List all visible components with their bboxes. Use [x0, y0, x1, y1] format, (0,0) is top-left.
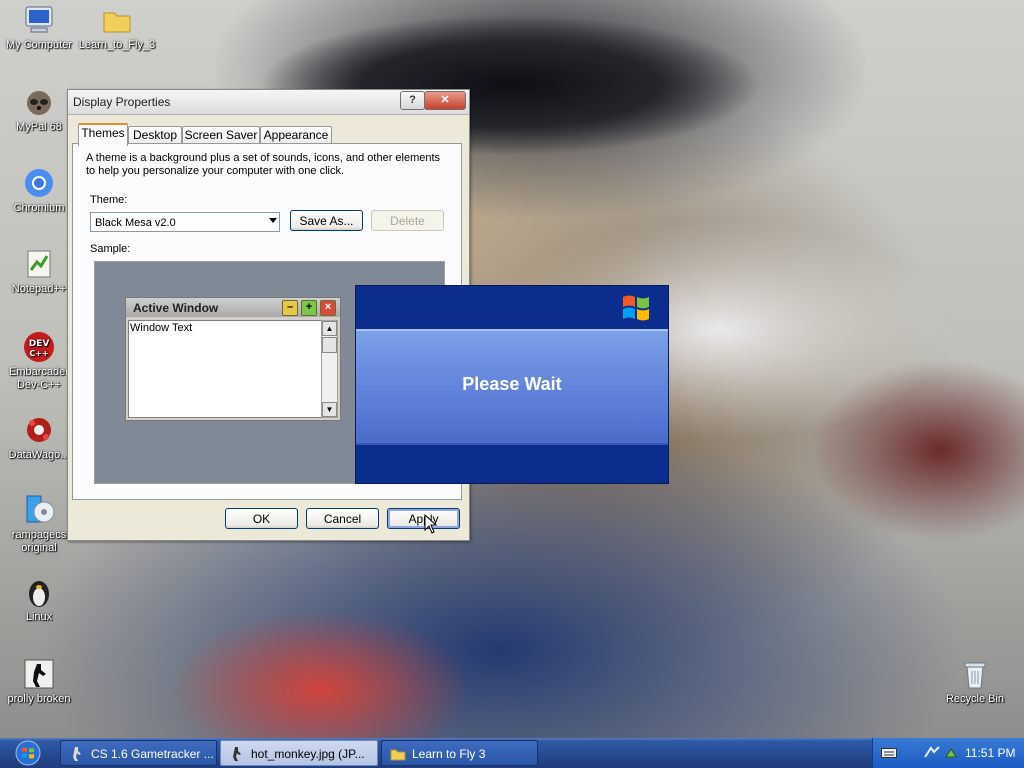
notepad-plus-icon [23, 248, 55, 280]
maximize-icon: + [301, 300, 317, 316]
disc-icon [23, 494, 55, 526]
sample-scrollbar: ▲ ▼ [321, 320, 338, 418]
desktop-icon-label: prolly broken [7, 693, 71, 705]
taskbar-button-hot-monkey[interactable]: hot_monkey.jpg (JP... [220, 740, 378, 766]
delete-button[interactable]: Delete [371, 210, 444, 231]
desktop-icon-label: DataWago... [8, 449, 70, 461]
minimize-icon: – [282, 300, 298, 316]
tux-icon [23, 576, 55, 608]
desktop-icon-label: Learn_to_Fly_3 [78, 39, 156, 51]
scroll-up-icon: ▲ [322, 321, 337, 336]
mouse-cursor-icon [424, 514, 438, 534]
desktop-icon-label: Linux [25, 611, 53, 623]
start-orb-icon[interactable] [4, 739, 46, 767]
scroll-thumb [322, 337, 337, 353]
tab-themes[interactable]: Themes [78, 123, 128, 146]
desktop-icon-prolly-broken[interactable]: prolly broken [0, 658, 78, 706]
theme-select[interactable]: Black Mesa v2.0 [90, 212, 280, 232]
dialog-titlebar[interactable]: Display Properties ? ✕ [68, 90, 469, 115]
svg-text:DEV: DEV [29, 339, 50, 349]
cancel-button[interactable]: Cancel [306, 508, 379, 529]
theme-select-value: Black Mesa v2.0 [95, 217, 176, 229]
sample-window-title: Active Window [133, 301, 219, 315]
sample-label: Sample: [90, 243, 131, 255]
taskbar-button-label: CS 1.6 Gametracker ... [91, 747, 214, 761]
datawagon-icon [23, 414, 55, 446]
desktop-icon-label: My Computer [5, 39, 73, 51]
sample-titlebar: Active Window – + × [126, 298, 340, 317]
taskbar-button-learn-to-fly-3[interactable]: Learn to Fly 3 [381, 740, 538, 766]
dialog-title: Display Properties [73, 95, 171, 109]
desktop-icon-learn-to-fly-3[interactable]: Learn_to_Fly_3 [78, 4, 156, 52]
please-wait-text: Please Wait [462, 374, 562, 394]
desktop-icon-label: Notepad++ [11, 283, 67, 295]
desktop-icon-label-line2: original [21, 542, 57, 554]
sample-window-text: Window Text [130, 322, 193, 334]
taskbar: CS 1.6 Gametracker ... hot_monkey.jpg (J… [0, 738, 1024, 768]
chromium-icon [23, 167, 55, 199]
counter-strike-icon [73, 747, 81, 761]
ok-button[interactable]: OK [225, 508, 298, 529]
close-button[interactable]: ✕ [424, 91, 466, 110]
taskbar-button-label: hot_monkey.jpg (JP... [251, 747, 365, 761]
tab-appearance[interactable]: Appearance [260, 126, 332, 144]
help-button[interactable]: ? [400, 91, 425, 110]
system-tray: 11:51 PM [872, 738, 1024, 768]
raccoon-app-icon [23, 86, 55, 118]
folder-icon [390, 749, 406, 761]
devcpp-icon: DEV C++ [23, 331, 55, 363]
save-as-button[interactable]: Save As... [290, 210, 363, 231]
desktop-icon-my-computer[interactable]: My Computer [0, 4, 78, 52]
theme-description: A theme is a background plus a set of so… [86, 152, 441, 177]
tab-desktop[interactable]: Desktop [128, 126, 182, 144]
close-icon: × [320, 300, 336, 316]
desktop-icon-linux[interactable]: Linux [0, 576, 78, 624]
computer-icon [23, 4, 55, 36]
sample-active-window: Active Window – + × Window Text ▲ ▼ [125, 297, 341, 421]
desktop-icon-label: Chromium [13, 202, 65, 214]
network-icon[interactable] [923, 745, 941, 761]
keyboard-icon[interactable] [881, 747, 897, 759]
theme-label: Theme: [90, 194, 128, 206]
taskbar-button-gametracker[interactable]: CS 1.6 Gametracker ... [60, 740, 217, 766]
tab-screen-saver[interactable]: Screen Saver [182, 126, 260, 144]
sample-window-body: Window Text [128, 320, 324, 418]
desktop-icon-recycle-bin[interactable]: Recycle Bin [936, 658, 1014, 706]
scroll-down-icon: ▼ [322, 402, 337, 417]
chevron-down-icon[interactable] [269, 218, 277, 223]
clock[interactable]: 11:51 PM [965, 746, 1015, 760]
desktop-icon-label: MyPal 68 [16, 121, 62, 133]
folder-icon [101, 4, 133, 36]
taskbar-button-label: Learn to Fly 3 [412, 747, 486, 761]
counter-strike-icon [23, 658, 55, 690]
svg-text:C++: C++ [29, 349, 48, 358]
windows-flag-logo [623, 295, 649, 321]
image-viewer-icon [233, 747, 241, 761]
desktop-icon-label: Recycle Bin [945, 693, 1005, 705]
safely-remove-hardware-icon[interactable] [943, 745, 959, 761]
recycle-bin-icon [959, 658, 991, 690]
please-wait-dialog: Please Wait [355, 285, 669, 484]
